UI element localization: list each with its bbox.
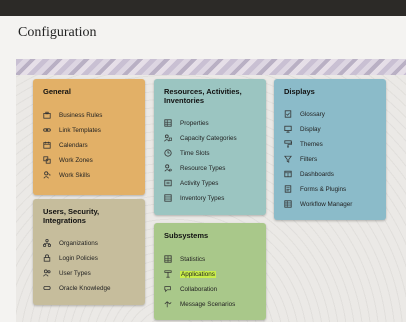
message-scenarios-icon	[164, 301, 172, 308]
properties-icon	[164, 119, 172, 127]
page-title: Configuration	[18, 25, 97, 40]
link-oracle-knowledge-label: Oracle Knowledge	[59, 284, 111, 292]
link-business-rules-label: Business Rules	[59, 111, 103, 119]
link-activity-types[interactable]: Activity Types	[164, 177, 218, 189]
link-collaboration-label: Collaboration	[180, 285, 218, 293]
link-calendars-label: Calendars	[59, 141, 88, 149]
link-organizations-label: Organizations	[59, 239, 98, 247]
link-login-policies-label: Login Policies	[59, 254, 98, 262]
top-bar	[0, 0, 406, 16]
applications-icon	[164, 270, 172, 278]
link-time-slots-label: Time Slots	[180, 149, 210, 157]
link-themes[interactable]: Themes	[284, 138, 323, 150]
link-resource-types[interactable]: Resource Types	[164, 162, 225, 174]
forms-icon	[284, 185, 292, 193]
collaboration-icon	[164, 286, 171, 293]
card-resources-activities-inventories: Resources, Activities, Inventories Prope…	[154, 79, 266, 215]
card-general: General Business Rules Link Templates Ca…	[33, 79, 145, 195]
decorative-banner	[16, 59, 406, 75]
knowledge-icon	[43, 286, 51, 290]
work-skills-icon	[43, 171, 51, 179]
link-properties-label: Properties	[180, 119, 209, 127]
link-icon	[43, 128, 51, 132]
link-work-zones[interactable]: Work Zones	[43, 154, 93, 166]
inventory-icon	[164, 194, 172, 202]
link-glossary-label: Glossary	[300, 110, 325, 118]
link-resource-types-label: Resource Types	[180, 164, 226, 172]
link-applications-label: Applications	[180, 270, 216, 278]
dashboard-icon	[284, 170, 292, 178]
link-workflow-manager-label: Workflow Manager	[300, 200, 353, 208]
link-calendars[interactable]: Calendars	[43, 139, 88, 151]
link-collaboration[interactable]: Collaboration	[164, 283, 217, 295]
card-title-displays: Displays	[284, 87, 315, 96]
link-time-slots[interactable]: Time Slots	[164, 147, 210, 159]
link-organizations[interactable]: Organizations	[43, 237, 98, 249]
configuration-panel: General Business Rules Link Templates Ca…	[16, 59, 406, 322]
glossary-icon	[284, 110, 292, 118]
themes-icon	[284, 140, 292, 148]
link-work-zones-label: Work Zones	[59, 156, 93, 164]
link-message-scenarios[interactable]: Message Scenarios	[164, 298, 235, 310]
link-capacity-categories[interactable]: Capacity Categories	[164, 132, 237, 144]
link-themes-label: Themes	[300, 140, 323, 148]
link-properties[interactable]: Properties	[164, 117, 209, 129]
link-work-skills[interactable]: Work Skills	[43, 169, 90, 181]
organizations-icon	[43, 239, 51, 247]
card-users-security-integrations: Users, Security, Integrations Organizati…	[33, 199, 145, 305]
workflow-icon	[284, 200, 292, 208]
link-statistics[interactable]: Statistics	[164, 253, 205, 265]
link-dashboards[interactable]: Dashboards	[284, 168, 334, 180]
link-filters[interactable]: Filters	[284, 153, 317, 165]
resource-types-icon	[164, 164, 172, 172]
link-inventory-types[interactable]: Inventory Types	[164, 192, 224, 204]
link-business-rules[interactable]: Business Rules	[43, 109, 102, 121]
link-display-label: Display	[300, 125, 321, 133]
clock-icon	[164, 149, 172, 157]
link-user-types-label: User Types	[59, 269, 91, 277]
link-statistics-label: Statistics	[180, 255, 206, 263]
display-icon	[284, 125, 292, 133]
card-title-general: General	[43, 87, 71, 96]
link-display[interactable]: Display	[284, 123, 321, 135]
calendar-icon	[43, 141, 51, 149]
user-types-icon	[43, 269, 51, 277]
card-title-subsystems: Subsystems	[164, 231, 209, 240]
card-title-resources: Resources, Activities, Inventories	[164, 87, 242, 105]
link-login-policies[interactable]: Login Policies	[43, 252, 98, 264]
work-zones-icon	[43, 156, 51, 164]
link-user-types[interactable]: User Types	[43, 267, 91, 279]
statistics-icon	[164, 255, 172, 263]
filter-icon	[284, 155, 292, 163]
login-policies-icon	[43, 254, 51, 262]
activity-types-icon	[164, 179, 172, 187]
link-workflow-manager[interactable]: Workflow Manager	[284, 198, 352, 210]
link-link-templates-label: Link Templates	[59, 126, 101, 134]
capacity-icon	[164, 134, 172, 142]
link-inventory-types-label: Inventory Types	[180, 194, 225, 202]
card-displays: Displays Glossary Display Themes Filters…	[274, 79, 386, 220]
link-capacity-categories-label: Capacity Categories	[180, 134, 237, 142]
card-title-users: Users, Security, Integrations	[43, 207, 100, 225]
link-activity-types-label: Activity Types	[180, 179, 219, 187]
link-applications[interactable]: Applications	[164, 268, 216, 280]
link-dashboards-label: Dashboards	[300, 170, 334, 178]
link-oracle-knowledge[interactable]: Oracle Knowledge	[43, 282, 110, 294]
link-forms-plugins[interactable]: Forms & Plugins	[284, 183, 346, 195]
link-message-scenarios-label: Message Scenarios	[180, 300, 236, 308]
card-subsystems: Subsystems Statistics Applications Colla…	[154, 223, 266, 320]
link-glossary[interactable]: Glossary	[284, 108, 325, 120]
link-link-templates[interactable]: Link Templates	[43, 124, 101, 136]
link-forms-plugins-label: Forms & Plugins	[300, 185, 347, 193]
link-filters-label: Filters	[300, 155, 318, 163]
link-work-skills-label: Work Skills	[59, 171, 91, 179]
briefcase-icon	[43, 111, 51, 119]
